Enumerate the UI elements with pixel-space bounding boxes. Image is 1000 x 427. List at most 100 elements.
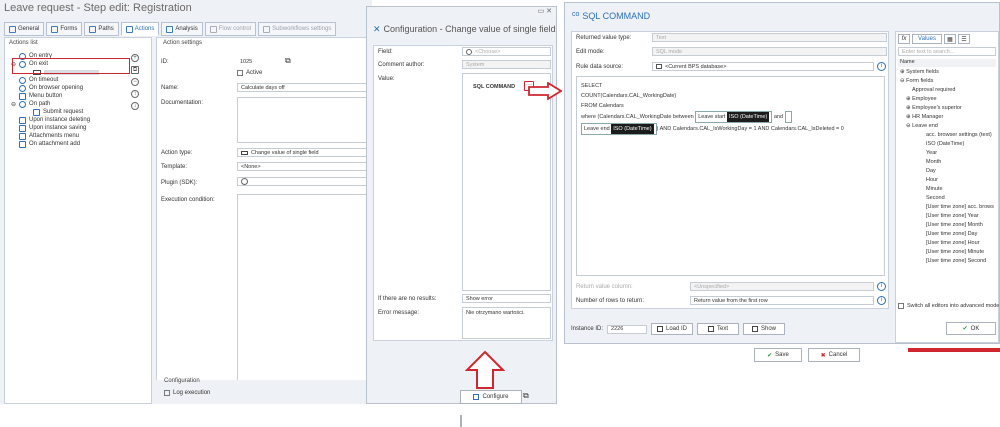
id-label: ID: [161, 59, 169, 65]
move-down-button[interactable]: ↓ [131, 102, 139, 110]
template-label: Template: [161, 164, 188, 170]
tab-general[interactable]: General [4, 22, 45, 36]
load-id-button[interactable]: Load ID [651, 323, 694, 335]
copy-config-icon[interactable]: ⧉ [523, 391, 529, 401]
action-submit-request[interactable]: Submit request [11, 108, 129, 116]
general-icon [9, 25, 16, 33]
action-attachments-menu[interactable]: Attachments menu [11, 132, 129, 140]
tree-item[interactable]: [User time zone] Day [900, 230, 996, 239]
tree-item[interactable]: ISO (DateTime) [900, 140, 996, 149]
field-label: Field: [378, 49, 393, 55]
edit-mode-select[interactable]: SQL mode [652, 47, 887, 56]
return-column-select[interactable]: <Unspecified> [690, 282, 874, 291]
info-icon[interactable]: i [877, 282, 886, 291]
returned-type-select[interactable]: Text [652, 33, 887, 42]
remove-action-button[interactable]: − [131, 78, 139, 86]
save-button[interactable]: ✔ Save [754, 348, 802, 362]
tree-form-fields[interactable]: ⊖ Form fields [900, 77, 996, 86]
filter-input[interactable]: Enter text to search... [898, 47, 996, 56]
action-menu-button[interactable]: Menu button [11, 92, 129, 100]
active-checkbox[interactable]: Active [237, 69, 262, 77]
action-instance-saving[interactable]: Upon instance saving [11, 124, 129, 132]
tree-employee[interactable]: ⊕ Employee [900, 95, 996, 104]
tab-actions[interactable]: Actions [120, 22, 160, 36]
log-execution-checkbox[interactable]: Log execution [164, 389, 210, 397]
comment-author-input[interactable]: System [462, 60, 551, 69]
data-source-select[interactable]: <Current BPS database> [652, 62, 874, 71]
action-settings-title: Action settings [163, 40, 203, 46]
path-icon [19, 100, 27, 108]
tab-values[interactable]: Values [912, 34, 942, 44]
action-attachment-add[interactable]: On attachment add [11, 140, 129, 148]
ok-button[interactable]: ✔ OK [946, 322, 996, 335]
tree-item[interactable]: Month [900, 158, 996, 167]
no-results-select[interactable]: Show error [462, 294, 551, 303]
tree-item[interactable]: Minute [900, 185, 996, 194]
tree-approval-required[interactable]: Approval required [900, 86, 996, 95]
tree-item[interactable]: [User time zone] Second [900, 257, 996, 266]
browser-icon [19, 84, 26, 92]
move-up-button[interactable]: ↑ [131, 90, 139, 98]
tab-analysis[interactable]: Analysis [161, 22, 203, 36]
tab-list[interactable]: ☰ [958, 34, 970, 44]
info-icon[interactable]: i [877, 62, 886, 71]
error-message-input[interactable]: Nie otrzymano wartości. [462, 307, 551, 339]
tree-hr-manager[interactable]: ⊕ HR Manager [900, 113, 996, 122]
plugin-select[interactable] [237, 177, 367, 186]
cancel-button[interactable]: ✖ Cancel [808, 348, 860, 362]
tab-functions[interactable]: fx [898, 34, 910, 44]
tab-flow-control[interactable]: Flow control [204, 22, 257, 36]
tab-subworkflows[interactable]: Subworkflows settings [258, 22, 337, 36]
tree-item[interactable]: [User time zone] acc. brows [900, 203, 996, 212]
sql-code-editor[interactable]: SELECT COUNT(Calendars.CAL_WorkingDate) … [576, 76, 885, 276]
tree-leave-end[interactable]: ⊖ Leave end [900, 122, 996, 131]
action-on-path[interactable]: ⊖ On path [11, 100, 129, 108]
action-instance-deleting[interactable]: Upon instance deleting [11, 116, 129, 124]
template-select[interactable]: <None> [237, 162, 367, 171]
tab-paths[interactable]: Paths [84, 22, 119, 36]
advanced-mode-checkbox[interactable]: Switch all editors into advanced mode [898, 302, 999, 310]
show-button[interactable]: Show [743, 323, 786, 335]
tree-item[interactable]: [User time zone] Hour [900, 239, 996, 248]
tree-item[interactable]: Year [900, 149, 996, 158]
action-type-select[interactable]: Change value of single field [237, 148, 367, 157]
action-on-browser-opening[interactable]: On browser opening [11, 84, 129, 92]
copy-id-icon[interactable]: ⧉ [285, 56, 291, 66]
info-icon[interactable]: i [877, 296, 886, 305]
configuration-dialog: ▭ ✕ ✕ Configuration - Change value of sin… [366, 6, 557, 404]
tree-item[interactable]: [User time zone] Minute [900, 248, 996, 257]
highlight-on-exit [12, 58, 130, 74]
configure-icon [473, 394, 480, 400]
rows-select[interactable]: Return value from the first row [690, 296, 874, 305]
tree-item[interactable]: Hour [900, 176, 996, 185]
execution-condition-editor[interactable] [237, 194, 367, 394]
tree-item[interactable]: [User time zone] Month [900, 221, 996, 230]
tree-item[interactable]: Second [900, 194, 996, 203]
token-leave-start[interactable]: Leave start ISO (DateTime) [695, 111, 773, 123]
instance-id-input[interactable]: 2226 [607, 324, 648, 334]
value-label: Value: [378, 76, 395, 82]
tree-item[interactable]: Day [900, 167, 996, 176]
add-action-button[interactable]: + [131, 54, 139, 62]
text-button[interactable]: Text [697, 323, 740, 335]
red-accent-bar [908, 348, 1000, 352]
tab-grid[interactable]: ▦ [944, 34, 956, 44]
menu-icon [19, 92, 26, 100]
value-editor[interactable]: SQL COMMAND [462, 73, 551, 291]
configure-button[interactable]: Configure [460, 390, 522, 404]
window-controls[interactable]: ▭ ✕ [538, 7, 552, 15]
copy-action-button[interactable]: ⧉ [131, 66, 139, 74]
field-select[interactable]: <Choose> [462, 47, 551, 56]
token-leave-end[interactable]: Leave end ISO (DateTime) [581, 123, 657, 135]
tree-system-fields[interactable]: ⊕ System fields [900, 68, 996, 77]
execution-condition-label: Execution condition: [161, 197, 215, 203]
documentation-input[interactable] [237, 97, 367, 143]
name-input[interactable]: Calculate days off [237, 83, 367, 92]
instance-id-label: Instance ID: [571, 326, 604, 332]
action-on-timeout[interactable]: On timeout [11, 76, 129, 84]
tree-item[interactable]: acc. browser settings (text) [900, 131, 996, 140]
tree-item[interactable]: [User time zone] Year [900, 212, 996, 221]
values-tree: ⊕ System fields ⊖ Form fields Approval r… [900, 68, 996, 300]
tree-employee-superior[interactable]: ⊕ Employee's superior [900, 104, 996, 113]
tab-forms[interactable]: Forms [46, 22, 83, 36]
